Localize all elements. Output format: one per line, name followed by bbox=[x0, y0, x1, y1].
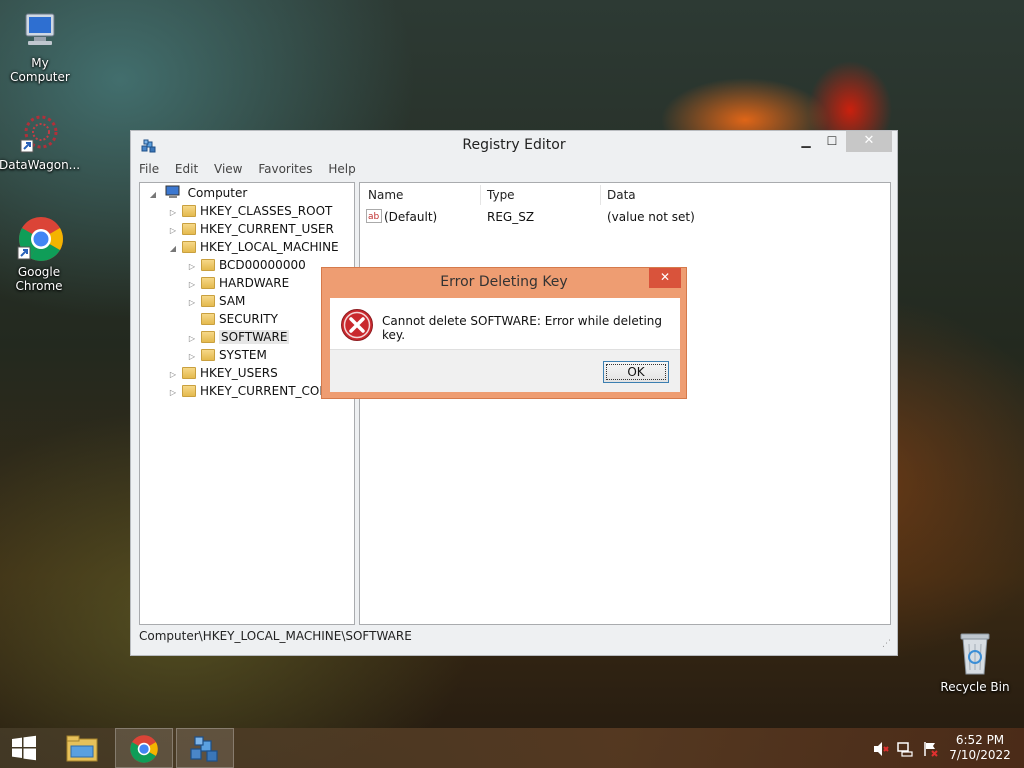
window-title: Registry Editor bbox=[462, 137, 566, 153]
taskbar-file-explorer[interactable] bbox=[53, 728, 111, 768]
ok-button[interactable]: OK bbox=[603, 361, 669, 383]
tree-item-software[interactable]: ▷ SOFTWARE bbox=[187, 328, 290, 346]
column-divider[interactable] bbox=[480, 185, 481, 205]
folder-icon bbox=[182, 385, 196, 397]
tree-item-label: BCD00000000 bbox=[219, 258, 306, 272]
chrome-icon bbox=[17, 217, 63, 261]
dialog-body: Cannot delete SOFTWARE: Error while dele… bbox=[330, 298, 680, 392]
folder-icon bbox=[182, 367, 196, 379]
values-list[interactable]: Name Type Data ab (Default) REG_SZ (valu… bbox=[359, 182, 891, 625]
action-center-flag-icon[interactable] bbox=[922, 728, 942, 768]
desktop-icon-label: Recycle Bin bbox=[940, 680, 1010, 694]
desktop-icon-label: My Computer bbox=[10, 56, 70, 84]
recycle-bin-icon bbox=[960, 633, 990, 675]
tree-item-label: SECURITY bbox=[219, 312, 278, 326]
file-explorer-icon bbox=[66, 735, 98, 762]
clock-time: 6:52 PM bbox=[955, 733, 1005, 747]
column-header-data[interactable]: Data bbox=[607, 188, 636, 202]
network-icon[interactable] bbox=[897, 728, 917, 768]
column-header-type[interactable]: Type bbox=[487, 188, 515, 202]
value-data: (value not set) bbox=[607, 210, 695, 224]
svg-text:ab: ab bbox=[368, 212, 380, 222]
computer-icon bbox=[25, 13, 55, 45]
desktop-icon-label: Google Chrome bbox=[15, 265, 63, 293]
tree-item-label: Computer bbox=[187, 186, 248, 200]
tree-item-hkey-current-user[interactable]: ▷ HKEY_CURRENT_USER bbox=[168, 220, 334, 238]
menu-view[interactable]: View bbox=[214, 162, 242, 176]
dialog-message: Cannot delete SOFTWARE: Error while dele… bbox=[382, 314, 663, 342]
folder-icon bbox=[201, 295, 215, 307]
speaker-muted-icon[interactable] bbox=[872, 728, 892, 768]
tree-item-label: HKEY_USERS bbox=[200, 366, 278, 380]
desktop-icon-recycle-bin[interactable]: Recycle Bin bbox=[935, 630, 1015, 694]
collapse-icon[interactable]: ◢ bbox=[148, 186, 158, 204]
desktop-icon-label: DataWagon... bbox=[0, 158, 81, 172]
error-dialog[interactable]: Error Deleting Key ✕ Cannot delete SOFTW… bbox=[321, 267, 687, 399]
registry-tree[interactable]: ◢ Computer ▷ HKEY_CLASSES_ROOT ▷ HKEY_CURR… bbox=[139, 182, 355, 625]
start-button[interactable] bbox=[0, 728, 48, 768]
datawagon-icon bbox=[20, 115, 58, 153]
clock[interactable]: 6:52 PM 7/10/2022 bbox=[940, 733, 1020, 763]
status-bar: Computer\HKEY_LOCAL_MACHINE\SOFTWARE bbox=[139, 629, 412, 643]
menu-file[interactable]: File bbox=[139, 162, 159, 176]
tree-item-hkey-local-machine[interactable]: ◢ HKEY_LOCAL_MACHINE bbox=[168, 238, 339, 256]
registry-editor-icon bbox=[190, 736, 218, 762]
menu-favorites[interactable]: Favorites bbox=[258, 162, 312, 176]
tree-item-label: HKEY_LOCAL_MACHINE bbox=[200, 240, 339, 254]
folder-open-icon bbox=[182, 241, 196, 253]
clock-date: 7/10/2022 bbox=[949, 748, 1011, 762]
tree-item-label: SYSTEM bbox=[219, 348, 267, 362]
maximize-button[interactable]: ☐ bbox=[821, 131, 843, 152]
taskbar-registry-editor[interactable] bbox=[176, 728, 234, 768]
folder-icon bbox=[182, 205, 196, 217]
folder-icon bbox=[201, 349, 215, 361]
resize-grip-icon[interactable]: ⋰ bbox=[882, 639, 891, 649]
column-divider[interactable] bbox=[600, 185, 601, 205]
expand-icon[interactable]: ▷ bbox=[168, 384, 178, 402]
tree-item-system[interactable]: ▷ SYSTEM bbox=[187, 346, 267, 364]
tree-item-bcd[interactable]: ▷ BCD00000000 bbox=[187, 256, 306, 274]
tree-item-label: HKEY_CLASSES_ROOT bbox=[200, 204, 333, 218]
desktop-icon-google-chrome[interactable]: Google Chrome bbox=[0, 215, 79, 293]
taskbar-chrome[interactable] bbox=[115, 728, 173, 768]
menu-edit[interactable]: Edit bbox=[175, 162, 198, 176]
value-name: (Default) bbox=[384, 210, 438, 224]
tree-item-hkey-classes-root[interactable]: ▷ HKEY_CLASSES_ROOT bbox=[168, 202, 332, 220]
desktop-icon-my-computer[interactable]: My Computer bbox=[0, 10, 80, 84]
tree-item-security[interactable]: SECURITY bbox=[187, 310, 278, 328]
title-bar[interactable]: Registry Editor ▁ ☐ ✕ bbox=[131, 131, 897, 161]
string-value-icon: ab bbox=[366, 209, 382, 226]
tree-item-sam[interactable]: ▷ SAM bbox=[187, 292, 245, 310]
minimize-button[interactable]: ▁ bbox=[795, 131, 817, 152]
folder-icon bbox=[201, 259, 215, 271]
tree-item-hkey-users[interactable]: ▷ HKEY_USERS bbox=[168, 364, 278, 382]
chrome-icon bbox=[130, 735, 158, 763]
tree-item-label: HARDWARE bbox=[219, 276, 290, 290]
menu-bar: File Edit View Favorites Help bbox=[139, 162, 368, 180]
computer-icon bbox=[165, 185, 180, 198]
tree-item-computer[interactable]: ◢ Computer bbox=[148, 184, 247, 202]
tree-item-hardware[interactable]: ▷ HARDWARE bbox=[187, 274, 289, 292]
menu-help[interactable]: Help bbox=[328, 162, 355, 176]
tree-item-label: HKEY_CURRENT_USER bbox=[200, 222, 334, 236]
taskbar: 6:52 PM 7/10/2022 bbox=[0, 728, 1024, 768]
value-type: REG_SZ bbox=[487, 210, 535, 224]
column-header-name[interactable]: Name bbox=[368, 188, 403, 202]
folder-icon bbox=[201, 331, 215, 343]
desktop-icon-datawagon[interactable]: DataWagon... bbox=[0, 112, 81, 172]
folder-icon bbox=[201, 277, 215, 289]
windows-logo-icon bbox=[12, 735, 36, 761]
dialog-close-button[interactable]: ✕ bbox=[649, 268, 681, 288]
dialog-title: Error Deleting Key bbox=[440, 274, 568, 290]
close-button[interactable]: ✕ bbox=[846, 131, 892, 152]
collapse-icon[interactable]: ◢ bbox=[168, 240, 178, 258]
folder-icon bbox=[182, 223, 196, 235]
tree-item-label: SAM bbox=[219, 294, 246, 308]
error-icon bbox=[341, 309, 373, 341]
tree-item-label: SOFTWARE bbox=[219, 330, 290, 344]
folder-icon bbox=[201, 313, 215, 325]
